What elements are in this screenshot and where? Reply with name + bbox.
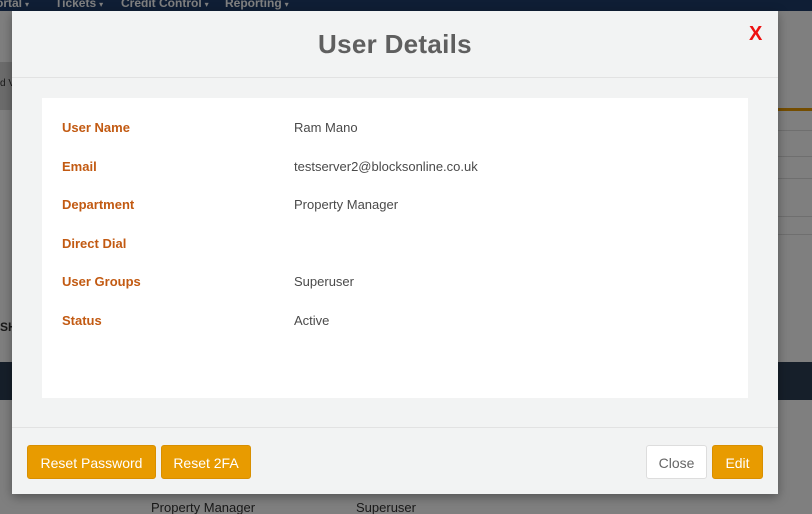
modal-header: User Details X [12,11,778,78]
reset-2fa-button[interactable]: Reset 2FA [161,445,251,479]
detail-row-email: Email testserver2@blocksonline.co.uk [42,159,748,179]
detail-label: Direct Dial [62,236,127,251]
detail-value: Property Manager [294,197,399,212]
detail-row-user-name: User Name Ram Mano [42,120,748,140]
modal-footer: Reset Password Reset 2FA Close Edit [12,427,778,495]
user-details-card: User Name Ram Mano Email testserver2@blo… [42,98,748,398]
detail-label: Department [62,197,135,212]
edit-button[interactable]: Edit [712,445,763,479]
detail-row-department: Department Property Manager [42,197,748,217]
detail-label: User Groups [62,274,141,289]
detail-label: Status [62,313,102,328]
detail-row-status: Status Active [42,313,748,333]
close-icon[interactable]: X [749,23,762,46]
modal-title: User Details [318,29,472,59]
detail-value: testserver2@blocksonline.co.uk [294,159,478,174]
reset-password-button[interactable]: Reset Password [27,445,156,479]
detail-value: Active [294,313,330,328]
close-button[interactable]: Close [646,445,707,479]
detail-row-user-groups: User Groups Superuser [42,274,748,294]
detail-value: Ram Mano [294,120,358,135]
detail-label: Email [62,159,97,174]
detail-value: Superuser [294,274,354,289]
detail-label: User Name [62,120,130,135]
detail-row-direct-dial: Direct Dial [42,236,748,256]
user-details-modal: User Details X User Name Ram Mano Email … [12,11,778,494]
